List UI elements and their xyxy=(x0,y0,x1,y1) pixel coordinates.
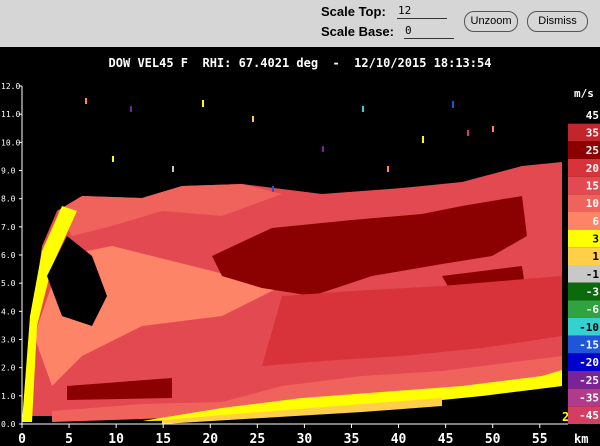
colorbar-label: 25 xyxy=(586,144,599,157)
y-tick-label: 9.0 xyxy=(1,167,16,176)
x-tick-label: 55 xyxy=(532,432,548,446)
colorbar-unit: m/s xyxy=(574,87,594,100)
x-tick-label: 40 xyxy=(391,432,407,446)
x-tick-label: 30 xyxy=(297,432,313,446)
colorbar-label: 10 xyxy=(586,197,599,210)
y-tick-label: 7.0 xyxy=(1,223,16,232)
colorbar-label: -3 xyxy=(586,286,599,299)
x-tick-label: 5 xyxy=(65,432,73,446)
y-tick-label: 12.0 xyxy=(1,82,20,91)
colorbar-label: -45 xyxy=(579,409,599,422)
y-tick-label: 2.0 xyxy=(1,364,16,373)
colorbar-label: 35 xyxy=(586,127,599,140)
colorbar: m/s 45 35 25 20 15 10 6 3 1 -1 -3 -6 -10 -15 -20 -25 -35 -… xyxy=(568,87,600,424)
y-tick-label: 6.0 xyxy=(1,251,16,260)
y-tick-label: 11.0 xyxy=(1,110,20,119)
colorbar-label: 45 xyxy=(586,109,599,122)
y-tick-label: 10.0 xyxy=(1,138,20,147)
axis-labels: 0 5 10 15 20 25 30 35 40 45 50 55 km 0.0 1.0 2.0 3.0 4.0 5… xyxy=(1,82,588,446)
colorbar-label: 20 xyxy=(586,162,599,175)
colorbar-label: 15 xyxy=(586,180,599,193)
colorbar-label: -20 xyxy=(579,356,599,369)
x-tick-label: 35 xyxy=(344,432,360,446)
x-tick-label: 45 xyxy=(438,432,454,446)
x-tick-label: 50 xyxy=(485,432,501,446)
x-axis-unit: km xyxy=(574,432,588,446)
x-tick-label: 0 xyxy=(18,432,26,446)
colorbar-label: -35 xyxy=(579,392,599,405)
colorbar-label: 6 xyxy=(592,215,599,228)
colorbar-label: -15 xyxy=(579,339,599,352)
y-tick-label: 8.0 xyxy=(1,195,16,204)
colorbar-label: 3 xyxy=(592,233,599,246)
colorbar-label: -25 xyxy=(579,374,599,387)
x-tick-label: 25 xyxy=(250,432,266,446)
y-tick-label: 0.0 xyxy=(1,420,16,429)
colorbar-label: -10 xyxy=(579,321,599,334)
y-tick-label: 5.0 xyxy=(1,279,16,288)
x-tick-label: 15 xyxy=(155,432,171,446)
colorbar-label: 1 xyxy=(592,250,599,263)
x-tick-label: 20 xyxy=(202,432,218,446)
y-tick-label: 3.0 xyxy=(1,336,16,345)
y-tick-label: 4.0 xyxy=(1,307,16,316)
colorbar-label: -6 xyxy=(586,303,600,316)
x-tick-label: 10 xyxy=(108,432,124,446)
y-tick-label: 1.0 xyxy=(1,392,16,401)
colorbar-label: -1 xyxy=(586,268,600,281)
